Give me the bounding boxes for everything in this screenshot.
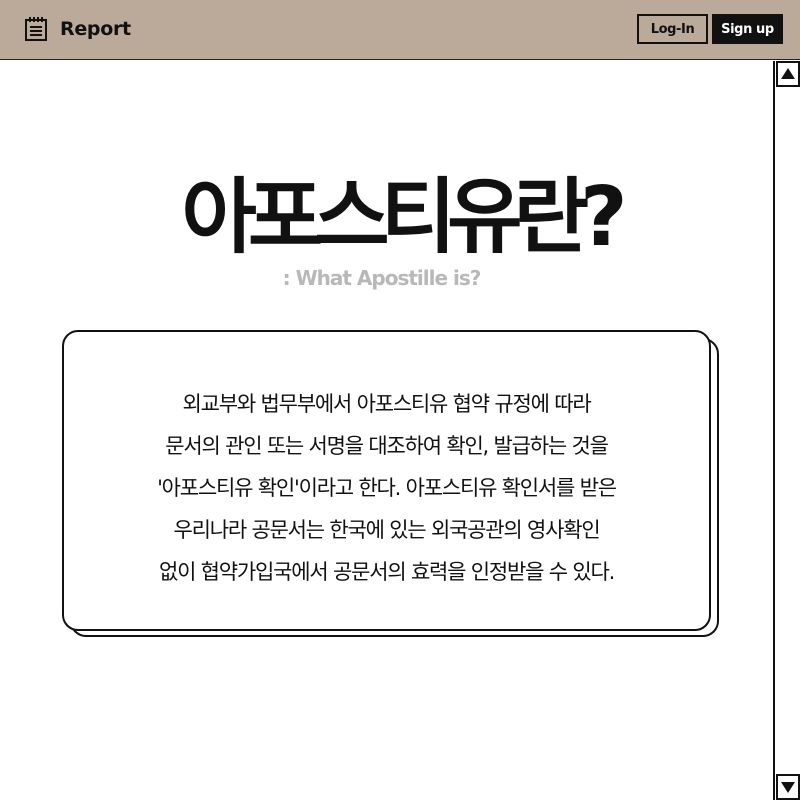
page-title: 아포스티유란? — [181, 170, 627, 265]
logo-label: Report — [60, 18, 131, 40]
scroll-up-button[interactable] — [776, 61, 800, 87]
description-line: 없이 협약가입국에서 공문서의 효력을 인정받을 수 있다. — [158, 560, 615, 584]
notepad-icon — [24, 16, 48, 42]
arrow-down-icon — [781, 782, 795, 793]
description-text: 외교부와 법무부에서 아포스티유 협약 규정에 따라 문서의 관인 또는 서명을… — [62, 383, 711, 593]
arrow-up-icon — [781, 68, 795, 79]
description-line: '아포스티유 확인'이라고 한다. 아포스티유 확인서를 받은 — [157, 476, 617, 500]
logo[interactable]: Report — [24, 16, 131, 42]
scroll-down-button[interactable] — [776, 774, 800, 800]
header-bar: Report Log-In Sign up — [0, 0, 800, 60]
description-line: 우리나라 공문서는 한국에 있는 외국공관의 영사확인 — [173, 518, 600, 542]
description-line: 외교부와 법무부에서 아포스티유 협약 규정에 따라 — [182, 392, 592, 416]
description-line: 문서의 관인 또는 서명을 대조하여 확인, 발급하는 것을 — [165, 434, 609, 458]
vertical-scrollbar[interactable] — [773, 61, 800, 800]
login-button[interactable]: Log-In — [637, 14, 708, 44]
signup-button[interactable]: Sign up — [712, 14, 783, 44]
page-subtitle: : What Apostille is? — [282, 266, 482, 290]
